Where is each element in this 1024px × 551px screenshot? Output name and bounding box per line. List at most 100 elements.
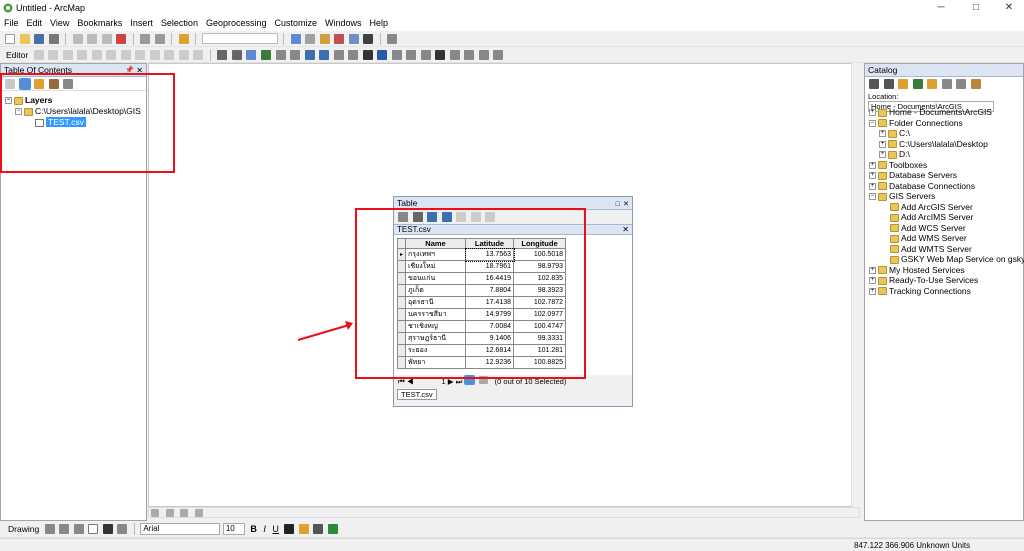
identify-icon[interactable]: [377, 50, 388, 60]
time-slider-icon[interactable]: [478, 50, 489, 60]
catalog-item[interactable]: + My Hosted Services: [869, 265, 965, 275]
menu-windows[interactable]: Windows: [321, 16, 366, 30]
expand-icon[interactable]: +: [879, 130, 886, 138]
views-icon[interactable]: [956, 79, 967, 89]
forward-extent-icon[interactable]: [319, 50, 330, 60]
catalog-item[interactable]: + Database Servers: [869, 170, 957, 180]
reshape-icon[interactable]: [106, 50, 117, 60]
refresh-icon[interactable]: [180, 509, 189, 517]
catalog-item[interactable]: GSKY Web Map Service on gsky.nci: [879, 254, 1024, 264]
menu-bookmarks[interactable]: Bookmarks: [73, 16, 126, 30]
italic-button[interactable]: I: [263, 524, 266, 534]
fill-color-icon[interactable]: [298, 524, 309, 534]
create-features-icon[interactable]: [193, 50, 204, 60]
rotate-icon[interactable]: [149, 50, 160, 60]
toc-window-icon[interactable]: [305, 34, 316, 44]
html-popup-icon[interactable]: [406, 50, 417, 60]
rotate-drawing-icon[interactable]: [59, 524, 70, 534]
back-icon[interactable]: [869, 79, 879, 89]
menu-geoprocessing[interactable]: Geoprocessing: [202, 16, 271, 30]
table-maximize-icon[interactable]: □: [616, 198, 620, 211]
map-vertical-scrollbar[interactable]: [851, 63, 861, 507]
disconnect-folder-icon[interactable]: [941, 79, 952, 89]
select-elements-icon[interactable]: [362, 50, 373, 60]
font-color-icon[interactable]: [284, 524, 295, 534]
expand-icon[interactable]: +: [869, 266, 876, 274]
collapse-icon[interactable]: −: [869, 119, 876, 127]
line-color-icon[interactable]: [313, 524, 324, 534]
sketch-properties-icon[interactable]: [178, 50, 189, 60]
menu-customize[interactable]: Customize: [271, 16, 322, 30]
catalog-item[interactable]: + Home - Documents\ArcGIS: [869, 107, 992, 117]
hyperlink-icon[interactable]: [391, 50, 402, 60]
minimize-button[interactable]: ─: [926, 0, 956, 16]
font-combobox[interactable]: Arial: [140, 523, 221, 535]
expand-icon[interactable]: +: [869, 161, 876, 169]
maximize-button[interactable]: □: [961, 0, 991, 16]
measure-icon[interactable]: [420, 50, 431, 60]
edit-vertices-icon[interactable]: [91, 50, 102, 60]
save-icon[interactable]: [34, 34, 45, 44]
expand-icon[interactable]: +: [879, 140, 886, 148]
copy-icon[interactable]: [87, 34, 98, 44]
edit-annotation-icon[interactable]: [48, 50, 59, 60]
python-icon[interactable]: [363, 34, 374, 44]
collapse-icon[interactable]: −: [869, 193, 876, 201]
editor-toolbar-icon[interactable]: [290, 34, 301, 44]
rectangle-icon[interactable]: [88, 524, 99, 534]
catalog-item[interactable]: Add ArcGIS Server: [879, 202, 973, 212]
catalog-item[interactable]: + D:\: [879, 149, 910, 159]
catalog-window-icon[interactable]: [319, 34, 330, 44]
connect-folder-icon[interactable]: [927, 79, 938, 89]
attributes-icon[interactable]: [164, 50, 175, 60]
menu-help[interactable]: Help: [366, 16, 393, 30]
home-icon[interactable]: [912, 79, 923, 89]
new-icon[interactable]: [5, 34, 15, 44]
redo-icon[interactable]: [154, 34, 165, 44]
print-icon[interactable]: [48, 34, 59, 44]
table-close-icon[interactable]: ✕: [623, 198, 629, 211]
find-route-icon[interactable]: [449, 50, 460, 60]
select-features-icon[interactable]: [333, 50, 344, 60]
expand-icon[interactable]: +: [869, 277, 876, 285]
pan-icon[interactable]: [246, 50, 257, 60]
straight-segment-icon[interactable]: [62, 50, 73, 60]
font-size-combobox[interactable]: 10: [222, 523, 245, 535]
model-builder-icon[interactable]: [387, 34, 398, 44]
menu-view[interactable]: View: [46, 16, 73, 30]
create-viewer-icon[interactable]: [493, 50, 504, 60]
cut-polygon-icon[interactable]: [120, 50, 131, 60]
toggle-contents-icon[interactable]: [970, 79, 981, 89]
clear-selection-icon[interactable]: [348, 50, 359, 60]
table-tab-close-icon[interactable]: ✕: [622, 225, 629, 235]
catalog-item[interactable]: Add WMTS Server: [879, 244, 972, 254]
fixed-zoom-out-icon[interactable]: [290, 50, 301, 60]
zoom-in-icon[interactable]: [217, 50, 228, 60]
layout-view-icon[interactable]: [165, 509, 174, 517]
catalog-item[interactable]: + Tracking Connections: [869, 286, 971, 296]
expand-icon[interactable]: +: [869, 172, 876, 180]
arctoolbox-icon[interactable]: [348, 34, 359, 44]
add-data-icon[interactable]: [178, 34, 189, 44]
fixed-zoom-in-icon[interactable]: [275, 50, 286, 60]
catalog-item[interactable]: Add ArcIMS Server: [879, 212, 973, 222]
map-horizontal-scrollbar[interactable]: [148, 507, 860, 518]
catalog-item[interactable]: Add WCS Server: [879, 223, 966, 233]
drawing-menu[interactable]: Drawing: [8, 524, 39, 534]
expand-icon[interactable]: +: [869, 109, 876, 117]
zoom-out-icon[interactable]: [231, 50, 242, 60]
catalog-item[interactable]: − Folder Connections: [869, 118, 963, 128]
menu-selection[interactable]: Selection: [157, 16, 202, 30]
editor-menu[interactable]: Editor: [6, 50, 28, 60]
menu-edit[interactable]: Edit: [23, 16, 47, 30]
open-icon[interactable]: [19, 34, 30, 44]
paste-icon[interactable]: [101, 34, 112, 44]
underline-button[interactable]: U: [272, 524, 279, 534]
edit-tool-icon[interactable]: [33, 50, 44, 60]
expand-icon[interactable]: +: [879, 151, 886, 159]
back-extent-icon[interactable]: [304, 50, 315, 60]
pause-drawing-icon[interactable]: [194, 509, 203, 517]
go-to-xy-icon[interactable]: [464, 50, 475, 60]
find-icon[interactable]: [435, 50, 446, 60]
forward-icon[interactable]: [883, 79, 894, 89]
